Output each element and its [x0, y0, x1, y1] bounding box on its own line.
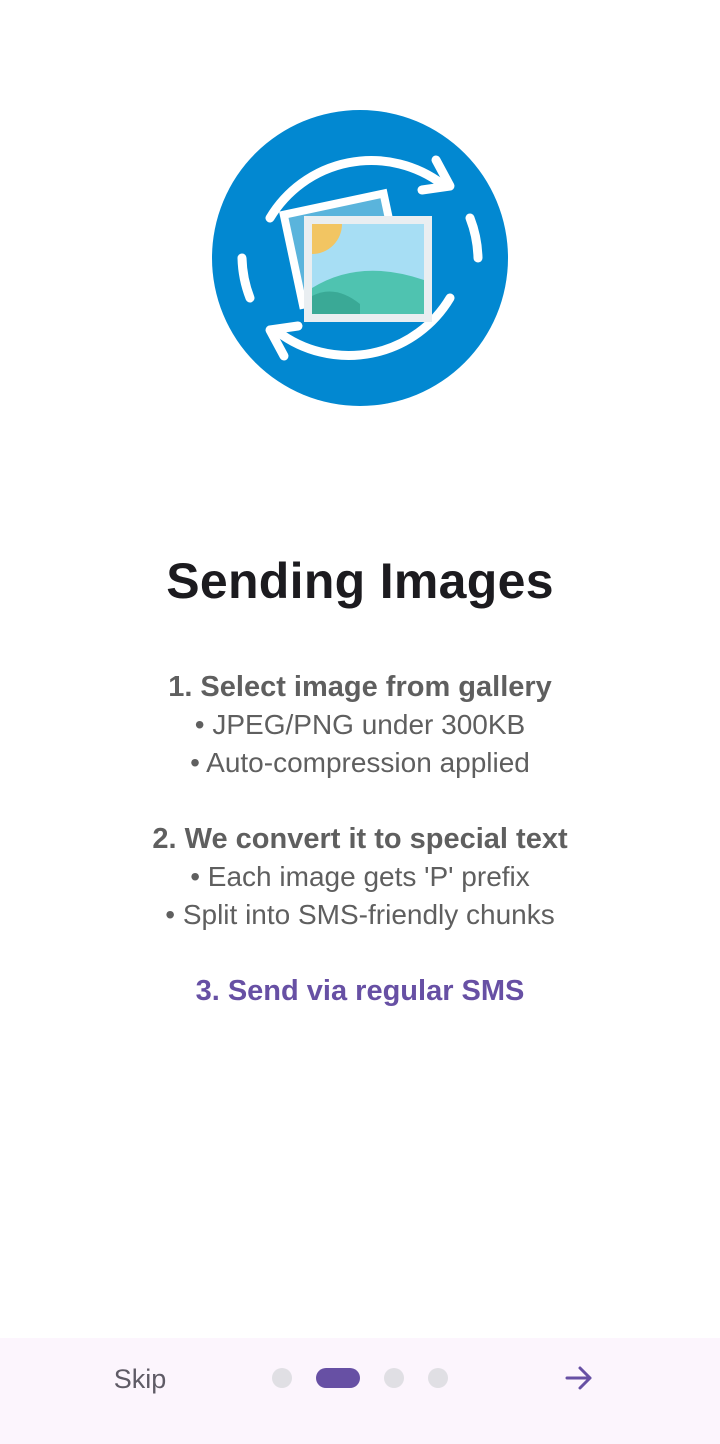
page-indicator-dot: [384, 1368, 404, 1388]
step-bullet: • JPEG/PNG under 300KB: [194, 709, 526, 740]
step-1: 1. Select image from gallery • JPEG/PNG …: [0, 668, 720, 782]
step-heading: 2. We convert it to special text: [152, 823, 568, 855]
step-bullet: • Split into SMS-friendly chunks: [165, 899, 555, 930]
page-indicator-dot-active: [316, 1368, 360, 1388]
page-indicator: [272, 1368, 448, 1388]
page-indicator-dot: [428, 1368, 448, 1388]
step-bullet: • Each image gets 'P' prefix: [190, 861, 530, 892]
step-2: 2. We convert it to special text • Each …: [0, 820, 720, 934]
steps-list: 1. Select image from gallery • JPEG/PNG …: [0, 668, 720, 1010]
skip-button[interactable]: Skip: [100, 1356, 180, 1402]
onboarding-navigation-bar: Skip: [0, 1338, 720, 1444]
step-heading-highlight: 3. Send via regular SMS: [195, 975, 525, 1007]
step-heading: 1. Select image from gallery: [168, 671, 552, 703]
page-indicator-dot: [272, 1368, 292, 1388]
step-3: 3. Send via regular SMS: [0, 972, 720, 1010]
arrow-right-icon: [565, 1366, 592, 1390]
image-sync-icon: [210, 108, 510, 408]
onboarding-screen: Sending Images 1. Select image from gall…: [0, 0, 720, 1444]
next-button[interactable]: [556, 1355, 602, 1401]
step-bullet: • Auto-compression applied: [190, 747, 530, 778]
page-title: Sending Images: [166, 553, 554, 609]
